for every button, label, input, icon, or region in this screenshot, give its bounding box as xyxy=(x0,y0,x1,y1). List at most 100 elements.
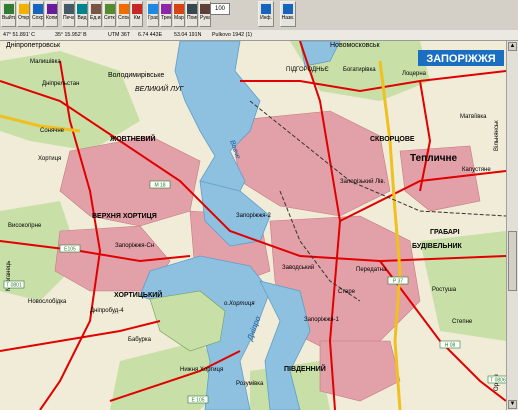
toolbar-button-label: Копир xyxy=(46,15,58,21)
search-button[interactable]: Поиск xyxy=(186,1,198,27)
toolbar-button-label: Трек xyxy=(161,15,172,21)
map-label-zaporizhia-2: Запоріжжя-2 xyxy=(236,213,271,219)
copy-icon xyxy=(46,4,57,14)
exit-icon xyxy=(3,4,14,14)
route-icon xyxy=(174,4,184,14)
chart-icon xyxy=(148,4,158,14)
svg-text:E105: E105 xyxy=(64,247,76,253)
toolbar-button-label: Сетка xyxy=(104,15,115,21)
open-icon xyxy=(18,4,29,14)
toolbar: ВыйтиОткр.Сохр.Копир ПечатьВидЕд.измСетка… xyxy=(0,0,518,31)
map-view[interactable]: ЗАПОРІЖЖЯ Дніпропетровськ Новомосковськ Ма… xyxy=(0,41,506,410)
print-button[interactable]: Печать xyxy=(62,1,75,27)
save-icon xyxy=(32,4,43,14)
map-label-rostusha: Ростуша xyxy=(432,287,457,293)
zoom-field[interactable]: 100 xyxy=(210,3,230,15)
save-button[interactable]: Сохр. xyxy=(31,1,44,27)
route-badge: T 0806 xyxy=(487,375,506,384)
map-label-khortytskyi: ХОРТИЦЬКИЙ xyxy=(114,290,162,299)
map-label-novomoskovsk: Новомосковськ xyxy=(330,42,381,49)
route-badge: H 08 xyxy=(439,340,461,349)
route-badge: E105 xyxy=(59,244,81,253)
map-label-khortytsia: Хортиця xyxy=(38,156,61,162)
map-label-zhovtnevyi: ЖОВТНЕВИЙ xyxy=(109,134,156,143)
search-icon xyxy=(187,4,197,14)
scroll-up-button[interactable]: ▲ xyxy=(508,42,517,51)
toolbar-button-label: Инф. xyxy=(260,15,272,21)
toolbar-button-label: Выйти xyxy=(2,15,16,21)
map-label-lotserna: Лоцерна xyxy=(402,71,427,77)
map-label-bohatyrivka: Богатирівка xyxy=(343,67,376,73)
info-button[interactable]: Инф. xyxy=(258,1,274,27)
toolbar-button-label: Вид xyxy=(77,15,87,21)
chart-button[interactable]: Граф xyxy=(147,1,159,27)
view-button[interactable]: Вид xyxy=(76,1,88,27)
route-button[interactable]: Маршр xyxy=(173,1,185,27)
toolbar-button-label: Назв. xyxy=(281,15,295,21)
map-label-novoslobidka: Новослобідка xyxy=(28,299,67,305)
map-label-skvortsove: СКВОРЦОВЕ xyxy=(370,136,415,143)
scroll-thumb[interactable] xyxy=(508,231,517,291)
map-label-zaporizkyi-liv: Запорізький Лів. xyxy=(340,178,386,185)
svg-text:T 0806: T 0806 xyxy=(490,378,506,384)
route-badge: M 18 xyxy=(149,180,171,189)
toolbar-button-label: Маршр xyxy=(174,15,184,21)
svg-text:P 37: P 37 xyxy=(393,279,403,285)
utm-zone-readout: UTM 36T xyxy=(108,32,131,38)
northing-readout: 53.04 191N xyxy=(174,32,202,38)
layers-button[interactable]: Слои xyxy=(117,1,130,27)
map-label-dniprobud: Дніпробуд-4 xyxy=(90,308,124,314)
latitude-readout: 47° 51.891' C xyxy=(3,32,35,38)
open-button[interactable]: Откр. xyxy=(17,1,30,27)
toolbar-button-label: Ед.изм xyxy=(90,15,101,21)
scroll-down-button[interactable]: ▼ xyxy=(508,400,517,409)
map-label-pivdennyi: ПІВДЕННИЙ xyxy=(284,364,326,373)
map-label-budivelnyk: БУДІВЕЛЬНИК xyxy=(412,243,463,250)
view-icon xyxy=(77,4,87,14)
copy-button[interactable]: Копир xyxy=(45,1,58,27)
toolbar-button-label: Км xyxy=(133,15,141,21)
svg-text:H 08: H 08 xyxy=(445,343,456,349)
svg-text:T 0801: T 0801 xyxy=(6,283,22,289)
svg-text:M 18: M 18 xyxy=(154,183,165,189)
toolbar-button-label: Слои xyxy=(118,15,130,21)
toolbar-button-label: Сохр. xyxy=(32,15,44,21)
map-label-peredatochna: Передатна xyxy=(356,267,387,273)
map-label-dnipro: Дніпропетровськ xyxy=(6,41,61,49)
map-label-stepne: Степне xyxy=(452,319,473,325)
map-label-matviivka: Матвіївка xyxy=(460,114,487,120)
map-label-rozumivka: Розумівка xyxy=(236,381,264,387)
route-badge: T 0801 xyxy=(3,280,25,289)
map-label-vilniansk: Вільнянськ xyxy=(494,120,500,151)
map-label-vysokohirne: Високогірне xyxy=(8,223,42,229)
map-label-hrabari: ГРАБАРІ xyxy=(430,229,460,236)
route-badge: P 37 xyxy=(387,276,409,285)
units-button[interactable]: Ед.изм xyxy=(89,1,102,27)
toolbar-button-label: Поиск xyxy=(187,15,197,21)
toolbar-button-label: Граф xyxy=(148,15,159,21)
map-label-teplichne: Тепличне xyxy=(410,153,458,164)
toolbar-button-label: Откр. xyxy=(18,15,30,21)
map-label-zavodskyi: Заводський xyxy=(282,264,314,271)
vertical-scrollbar[interactable]: ▲ ▼ xyxy=(506,41,518,410)
toolbar-button-label: Печать xyxy=(63,15,75,21)
track-icon xyxy=(161,4,171,14)
easting-readout: 6.74 443E xyxy=(138,32,163,38)
map-label-babutka: Бабурка xyxy=(128,337,152,343)
map-label-pidhorodnie: ПІДГОРОДНЬЄ xyxy=(286,67,329,73)
hand-icon xyxy=(200,4,210,14)
map-label-sonyachne: Сонячне xyxy=(40,128,65,134)
city-title: ЗАПОРІЖЖЯ xyxy=(426,53,495,65)
map-canvas[interactable]: ЗАПОРІЖЖЯ Дніпропетровськ Новомосковськ Ма… xyxy=(0,41,506,410)
track-button[interactable]: Трек xyxy=(160,1,172,27)
print-icon xyxy=(63,4,74,14)
map-label-verkhnia-khortytsia: ВЕРХНЯ ХОРТИЦЯ xyxy=(92,213,157,220)
names-button[interactable]: Назв. xyxy=(280,1,296,27)
map-label-volodymyrivske: Володимирівське xyxy=(108,71,164,79)
svg-text:E 105: E 105 xyxy=(191,398,204,404)
units-icon xyxy=(90,4,101,14)
exit-button[interactable]: Выйти xyxy=(1,1,16,27)
grid-button[interactable]: Сетка xyxy=(103,1,116,27)
map-label-dniprelstan: Дніпрельстан xyxy=(42,81,79,87)
scale-button[interactable]: Км xyxy=(131,1,143,27)
